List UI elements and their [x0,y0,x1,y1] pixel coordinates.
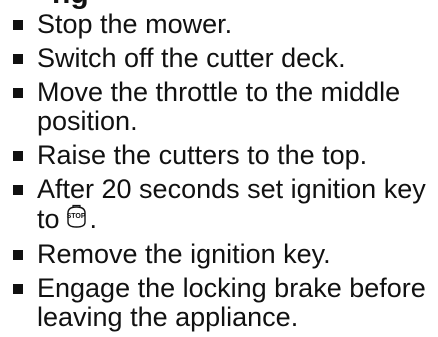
square-bullet-icon [13,88,23,98]
step-text: Move the throttle to the middle position… [37,77,401,136]
list-item: Switch off the cutter deck. [12,44,432,73]
square-bullet-icon [13,250,23,260]
step-text-end: . [89,204,98,234]
step-text: Remove the ignition key. [37,239,331,269]
list-item: Move the throttle to the middle position… [12,78,432,136]
step-text: Switch off the cutter deck. [37,43,346,73]
square-bullet-icon [13,54,23,64]
list-item: Remove the ignition key. [12,240,432,269]
square-bullet-icon [13,151,23,161]
square-bullet-icon [13,185,23,195]
step-text: Raise the cutters to the top. [37,140,368,170]
section-heading: ng [52,0,89,9]
square-bullet-icon [13,20,23,30]
list-item: Engage the locking brake before leaving … [12,274,432,332]
list-item: After 20 seconds set ignition key to STO… [12,175,432,234]
stop-icon-label: STOP [66,213,86,220]
list-item: Raise the cutters to the top. [12,141,432,170]
instruction-list: Stop the mower. Switch off the cutter de… [12,10,432,337]
list-item: Stop the mower. [12,10,432,39]
step-text: Stop the mower. [37,9,233,39]
step-text: Engage the locking brake before leaving … [37,273,426,332]
square-bullet-icon [13,284,23,294]
stop-key-icon: STOP [64,204,89,230]
